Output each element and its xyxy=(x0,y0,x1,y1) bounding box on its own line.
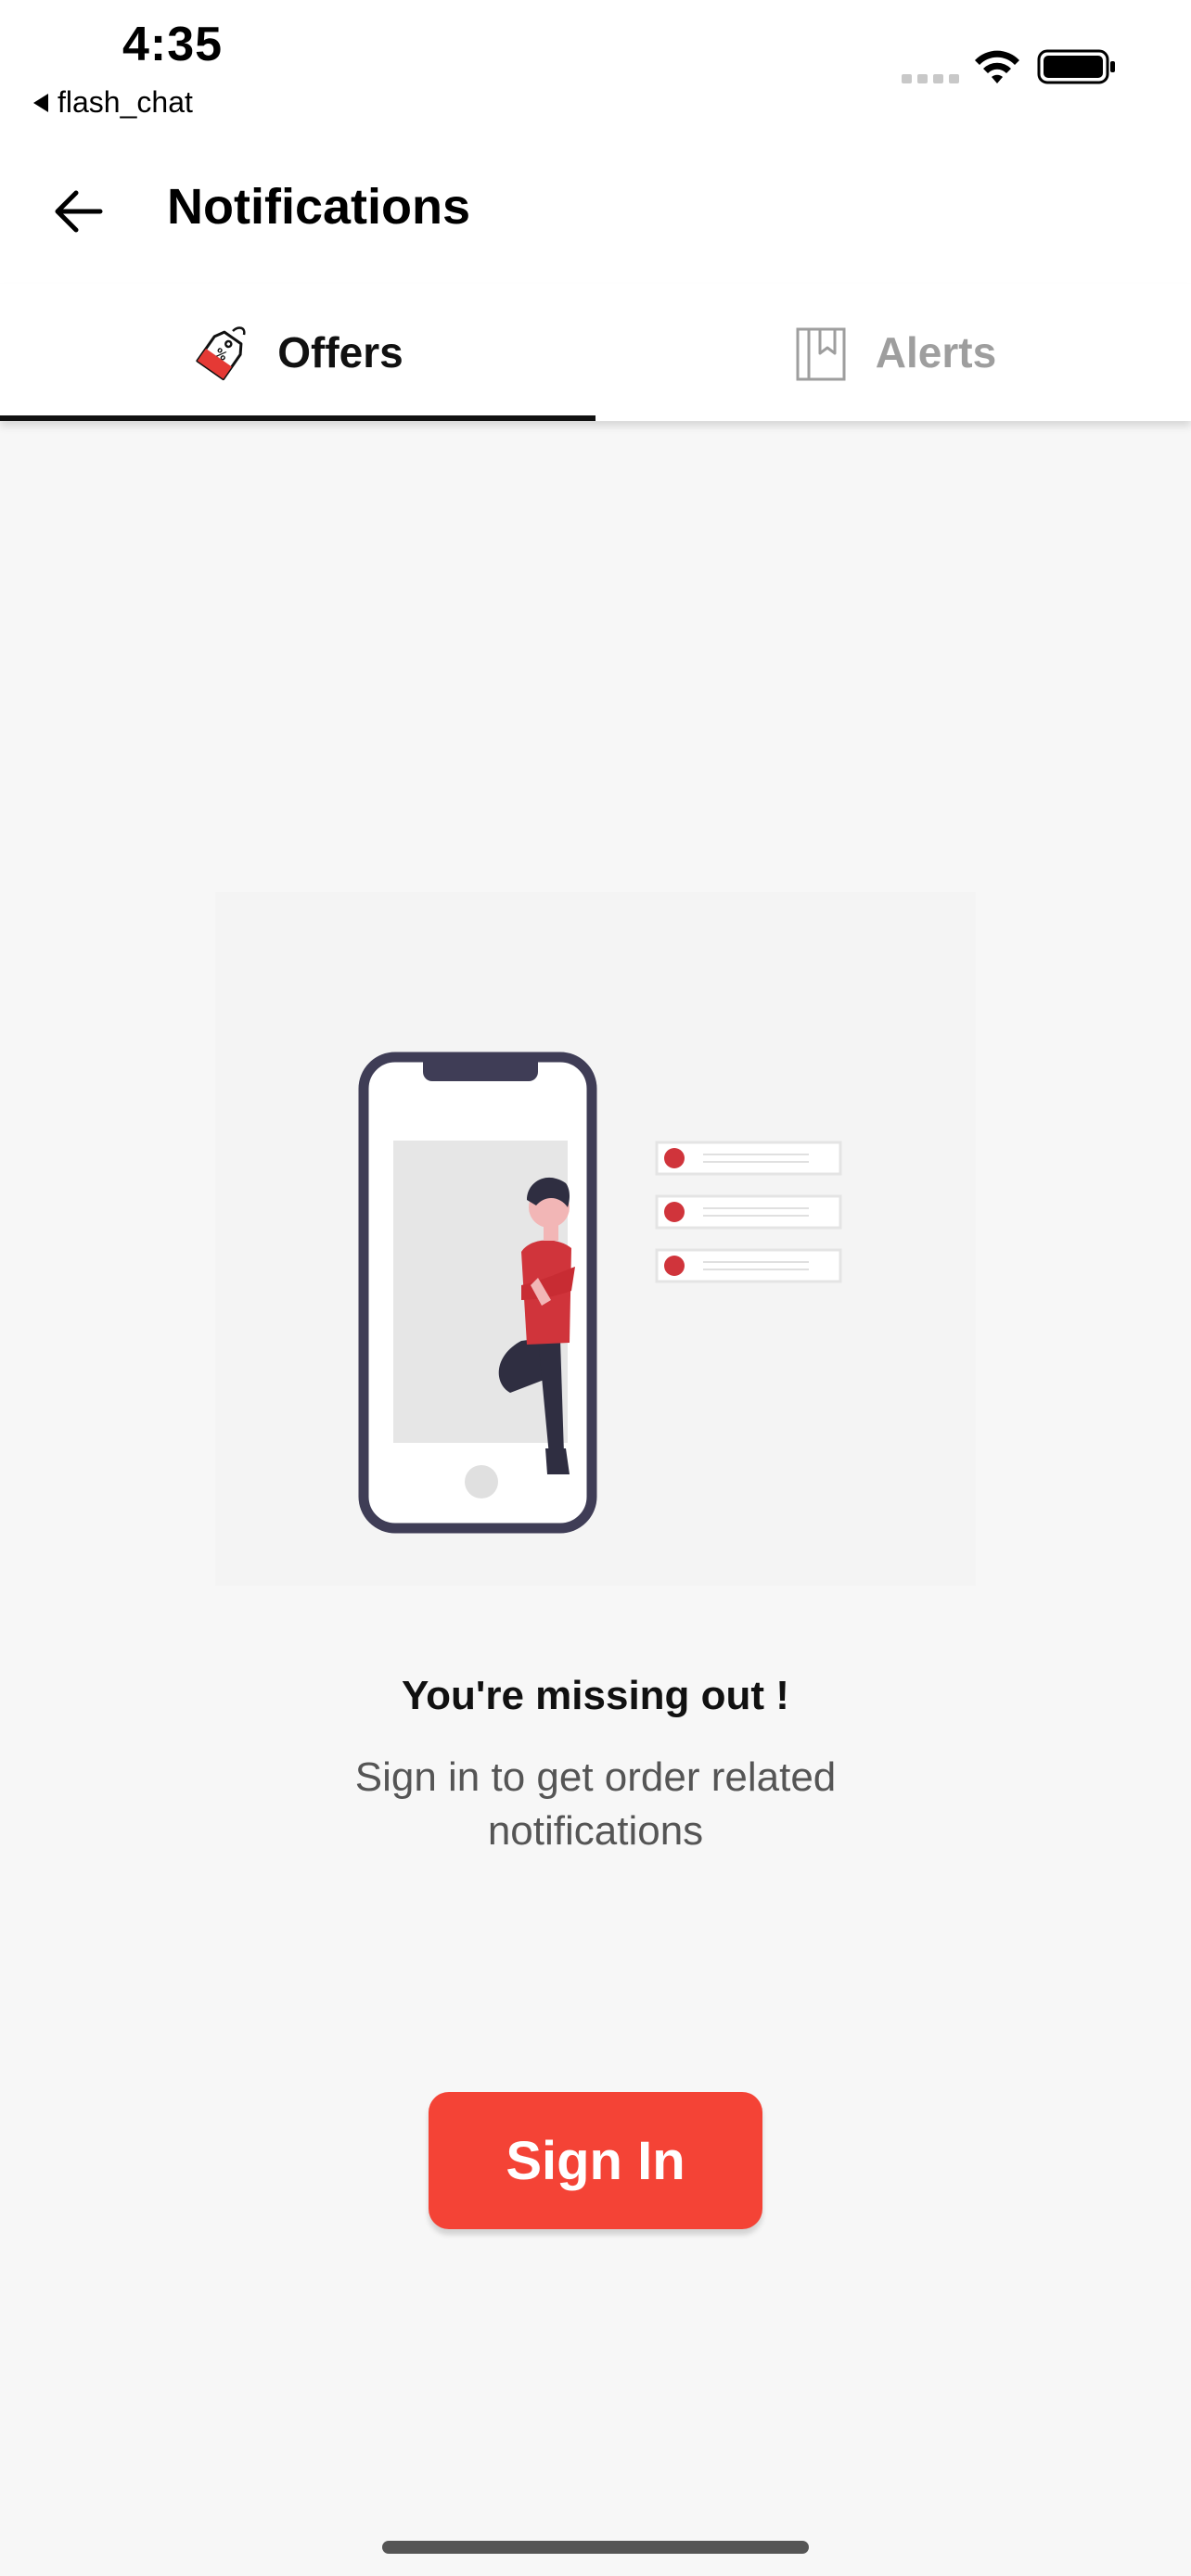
status-back-app-label: flash_chat xyxy=(58,85,193,119)
tab-offers-label: Offers xyxy=(277,328,403,376)
tab-bar: % Offers Alerts xyxy=(0,284,1191,421)
app-bar: Notifications xyxy=(0,137,1191,284)
tab-alerts[interactable]: Alerts xyxy=(596,284,1191,421)
status-back-to-app[interactable]: flash_chat xyxy=(33,85,193,120)
tab-alerts-label: Alerts xyxy=(875,328,997,376)
bookmark-book-icon xyxy=(796,327,846,381)
tab-offers[interactable]: % Offers xyxy=(0,284,596,421)
sign-in-button[interactable]: Sign In xyxy=(429,2092,762,2229)
empty-state-headline: You're missing out ! xyxy=(402,1673,789,1718)
back-button[interactable] xyxy=(41,174,115,249)
offer-tag-icon: % xyxy=(196,326,246,381)
battery-icon xyxy=(1037,49,1115,84)
empty-state-illustration xyxy=(215,892,976,1586)
active-tab-indicator xyxy=(0,415,596,421)
signal-icon xyxy=(902,74,959,83)
empty-state-message: Sign in to get order related notificatio… xyxy=(354,1754,837,1854)
arrow-left-icon xyxy=(55,190,103,233)
wifi-icon xyxy=(975,50,1019,83)
status-bar: 4:35 flash_chat xyxy=(0,0,1191,137)
home-indicator[interactable] xyxy=(382,2541,809,2554)
page-title: Notifications xyxy=(167,179,471,235)
back-triangle-icon xyxy=(33,93,48,112)
status-time: 4:35 xyxy=(122,18,224,71)
